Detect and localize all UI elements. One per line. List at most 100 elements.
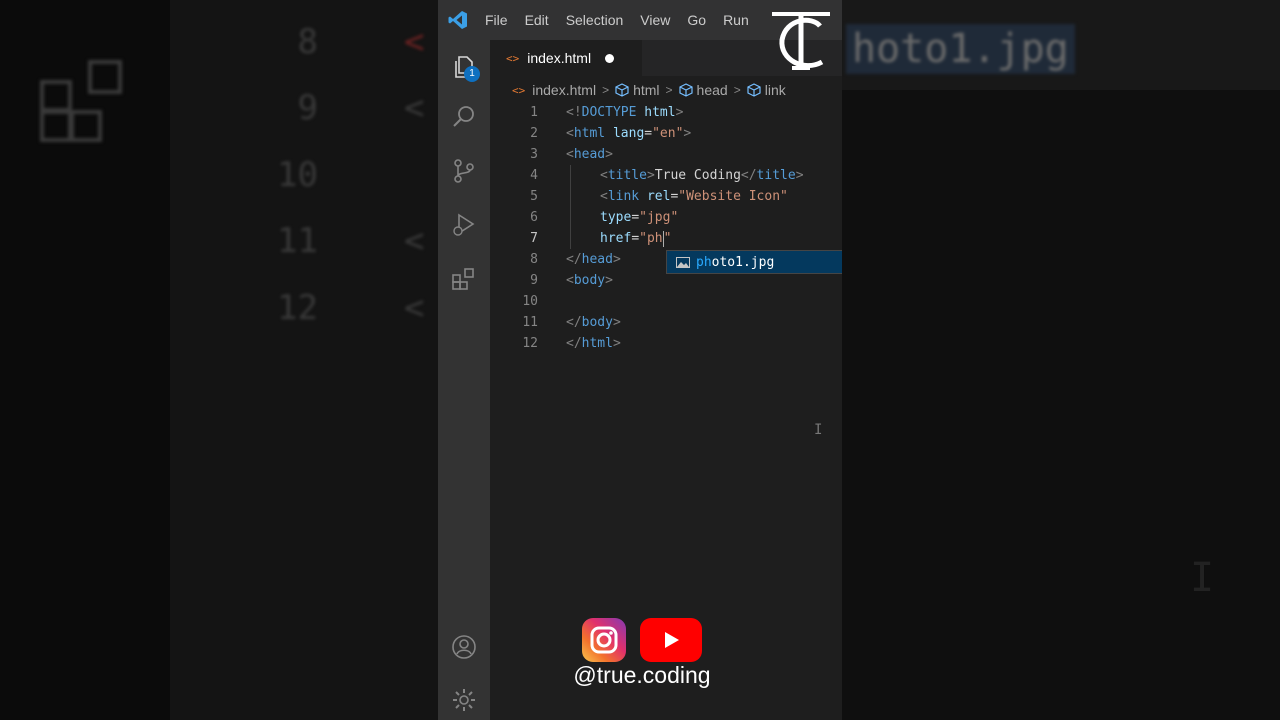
indent-guide	[570, 165, 571, 186]
suggestion-label: photo1.jpg	[696, 255, 774, 270]
code-token: title	[756, 168, 796, 183]
breadcrumb-link[interactable]: link	[765, 82, 786, 98]
menu-view[interactable]: View	[640, 12, 670, 28]
html-file-icon: <>	[506, 51, 520, 65]
background-line-number: 9	[297, 88, 318, 128]
explorer-badge: 1	[464, 66, 480, 82]
settings-gear-icon[interactable]	[451, 687, 477, 713]
code-token: href	[600, 231, 632, 246]
extensions-icon[interactable]	[451, 266, 477, 292]
background-code-fragment: <	[404, 288, 425, 328]
code-line[interactable]: 11 </body>	[490, 312, 842, 333]
code-line[interactable]: 6 type="jpg"	[490, 207, 842, 228]
breadcrumb-html[interactable]: html	[633, 82, 659, 98]
activity-bar: 1	[438, 40, 490, 720]
element-cube-icon	[678, 83, 693, 97]
html-file-icon: <>	[512, 83, 526, 97]
code-editor[interactable]: 1 <!DOCTYPE html> 2 <html lang="en"> 3 <head>…	[490, 102, 842, 354]
code-token: <!	[566, 105, 582, 120]
tab-index-html[interactable]: <> index.html	[490, 40, 642, 76]
code-line[interactable]: 4 <title>True Coding</title>	[490, 165, 842, 186]
code-token: <	[566, 147, 574, 162]
code-line[interactable]: 7 href="ph"	[490, 228, 842, 249]
background-line-number: 12	[277, 288, 318, 328]
code-line[interactable]: 1 <!DOCTYPE html>	[490, 102, 842, 123]
breadcrumb: <> index.html > html > head > link	[512, 80, 786, 100]
element-cube-icon	[747, 83, 761, 97]
code-token: head	[581, 252, 613, 267]
code-token: <	[566, 126, 574, 141]
line-number: 12	[522, 336, 538, 351]
background-suggestion-text: hoto1.jpg	[846, 24, 1075, 74]
code-token: "en"	[652, 126, 684, 141]
code-text: <body>	[566, 270, 613, 291]
background-code-fragment: <	[404, 88, 425, 128]
code-token: DOCTYPE	[581, 105, 637, 120]
text-cursor-icon: I	[814, 422, 823, 438]
menu-run[interactable]: Run	[723, 12, 749, 28]
code-token: "Website Icon"	[678, 189, 788, 204]
suggestion-rest: oto1.jpg	[711, 254, 775, 270]
code-token: =	[631, 210, 640, 225]
run-debug-icon[interactable]	[451, 212, 477, 238]
suggest-widget: photo1.jpg	[666, 250, 842, 274]
breadcrumb-file[interactable]: index.html	[532, 82, 596, 98]
code-line[interactable]: 12 </html>	[490, 333, 842, 354]
line-number: 4	[530, 168, 538, 183]
code-token: >	[675, 105, 684, 120]
background-left: 8 9 10 11 12 < < < <	[0, 0, 438, 720]
line-number: 9	[530, 273, 538, 288]
tab-label: index.html	[527, 50, 592, 66]
unsaved-dot-icon[interactable]	[605, 53, 615, 63]
code-token: body	[573, 273, 606, 288]
suggestion-item[interactable]: photo1.jpg	[667, 251, 842, 273]
line-number: 8	[530, 252, 538, 267]
vscode-window: File Edit Selection View Go Run 1 <> ind…	[438, 0, 842, 720]
background-code-fragment: <	[404, 221, 425, 261]
code-text: <link rel="Website Icon"	[600, 186, 788, 207]
code-text: </head>	[566, 249, 621, 270]
menu-edit[interactable]: Edit	[525, 12, 549, 28]
code-line[interactable]: 2 <html lang="en">	[490, 123, 842, 144]
line-number: 7	[530, 231, 538, 246]
menu-file[interactable]: File	[485, 12, 508, 28]
code-token: >	[605, 273, 613, 288]
code-token: html	[573, 126, 606, 141]
suggestion-match: ph	[696, 254, 712, 270]
youtube-icon	[640, 618, 702, 662]
breadcrumb-head[interactable]: head	[697, 82, 728, 98]
code-line[interactable]: 3 <head>	[490, 144, 842, 165]
line-number: 10	[522, 294, 538, 309]
instagram-icon	[582, 618, 626, 662]
code-token: "	[663, 231, 672, 246]
code-token: >	[612, 252, 621, 267]
code-line[interactable]: 5 <link rel="Website Icon"	[490, 186, 842, 207]
code-token: link	[607, 189, 640, 204]
code-token: html	[581, 336, 613, 351]
menu-go[interactable]: Go	[687, 12, 706, 28]
code-text: <html lang="en">	[566, 123, 691, 144]
menu-selection[interactable]: Selection	[566, 12, 624, 28]
chevron-right-icon: >	[733, 83, 741, 97]
code-token: <	[566, 273, 574, 288]
code-token: >	[612, 336, 621, 351]
code-text: href="ph"	[600, 228, 671, 249]
code-text: <!DOCTYPE html>	[566, 102, 683, 123]
background-line-number: 10	[277, 155, 318, 195]
social-handle: @true.coding	[573, 662, 711, 688]
line-number: 3	[530, 147, 538, 162]
code-token: True Coding	[654, 168, 741, 183]
code-text: <head>	[566, 144, 613, 165]
background-right	[842, 0, 1280, 720]
code-token: =	[644, 126, 653, 141]
account-icon[interactable]	[451, 634, 477, 660]
background-line-number: 11	[277, 221, 318, 261]
line-number: 11	[522, 315, 538, 330]
chevron-right-icon: >	[602, 83, 610, 97]
element-cube-icon	[615, 83, 629, 97]
code-line[interactable]: 10	[490, 291, 842, 312]
search-icon[interactable]	[451, 104, 477, 130]
source-control-icon[interactable]	[451, 158, 477, 184]
